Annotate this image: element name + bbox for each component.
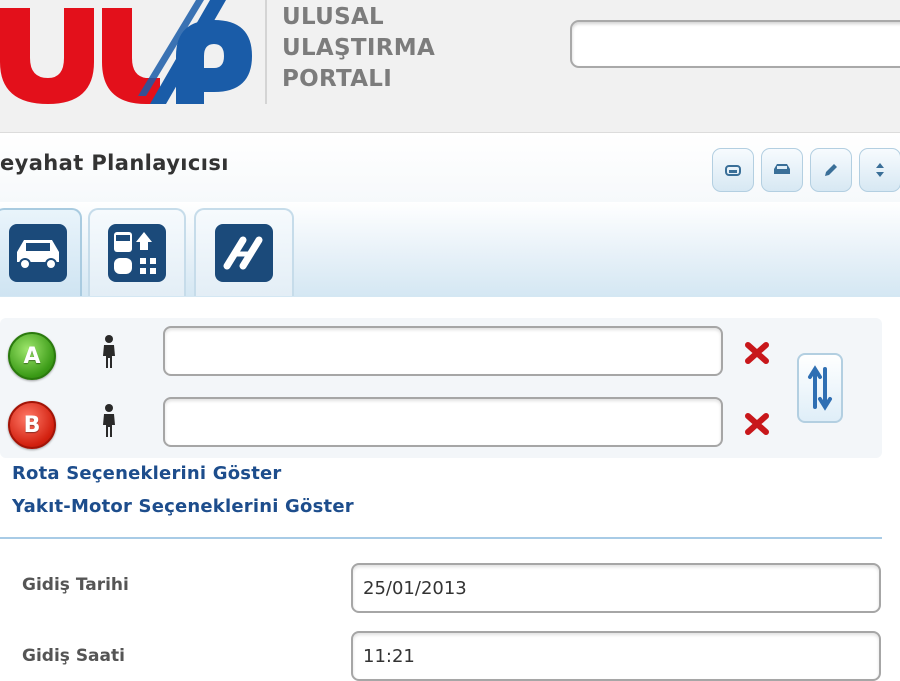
tab-route-link[interactable] xyxy=(194,208,294,296)
departure-time-label: Gidiş Saati xyxy=(22,646,125,666)
search-input[interactable] xyxy=(570,20,900,68)
origin-person-icon[interactable] xyxy=(98,334,120,370)
title-bar: eyahat Planlayıcısı xyxy=(0,132,900,203)
save-route-button[interactable] xyxy=(761,148,803,192)
header: ULUSAL ULAŞTIRMA PORTALI xyxy=(0,0,900,132)
tab-car[interactable] xyxy=(0,208,82,296)
fuel-engine-options-link[interactable]: Yakıt-Motor Seçeneklerini Göster xyxy=(12,496,354,517)
origin-input[interactable] xyxy=(163,326,723,376)
origin-marker-label: A xyxy=(23,343,41,369)
car-save-icon xyxy=(774,164,790,174)
mode-tabs xyxy=(0,202,900,297)
departure-date-label: Gidiş Tarihi xyxy=(22,575,129,595)
portal-name-line-2: ULAŞTIRMA xyxy=(282,35,436,61)
arrows-icon xyxy=(876,163,884,177)
destination-person-icon[interactable] xyxy=(98,403,120,439)
clear-destination-icon[interactable] xyxy=(744,412,770,436)
section-divider xyxy=(0,537,882,539)
logo-divider xyxy=(265,0,267,104)
print-button[interactable] xyxy=(712,148,754,192)
page-title: eyahat Planlayıcısı xyxy=(0,151,229,175)
pencil-icon xyxy=(825,164,837,176)
departure-date-input[interactable] xyxy=(351,563,881,613)
destination-input[interactable] xyxy=(163,397,723,447)
route-options-link[interactable]: Rota Seçeneklerini Göster xyxy=(12,463,282,484)
edit-button[interactable] xyxy=(810,148,852,192)
car-icon xyxy=(9,224,67,282)
swap-arrows-icon xyxy=(808,365,832,411)
clear-origin-icon[interactable] xyxy=(744,341,770,365)
tab-public-transport[interactable] xyxy=(88,208,186,296)
departure-time-input[interactable] xyxy=(351,631,881,681)
origin-marker: A xyxy=(8,332,56,380)
portal-name-line-3: PORTALI xyxy=(282,66,393,92)
destination-marker: B xyxy=(8,401,56,449)
destination-marker-label: B xyxy=(23,412,41,438)
portal-name: ULUSAL ULAŞTIRMA PORTALI xyxy=(282,2,435,95)
printer-icon xyxy=(725,165,741,176)
route-link-icon xyxy=(215,224,273,282)
portal-name-line-1: ULUSAL xyxy=(282,4,385,30)
public-transport-icon xyxy=(108,224,166,282)
move-button[interactable] xyxy=(859,148,900,192)
uup-logo[interactable] xyxy=(0,0,260,110)
swap-route-button[interactable] xyxy=(797,353,843,423)
